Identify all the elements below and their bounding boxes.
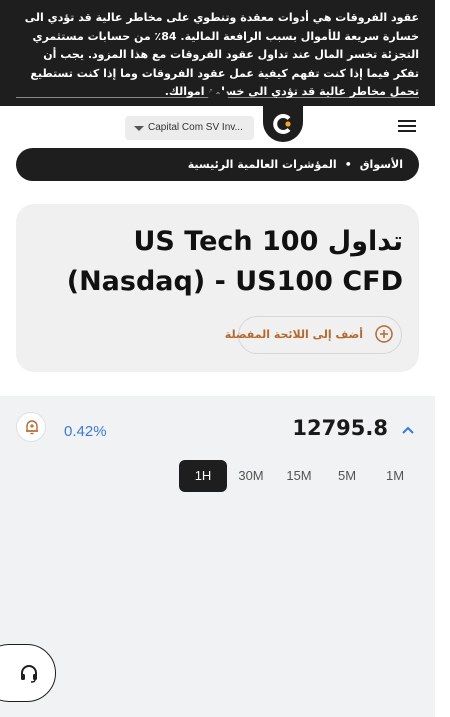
plus-circle-icon bbox=[375, 325, 393, 343]
price-value: 12795.8 bbox=[292, 416, 388, 440]
breadcrumb-separator: • bbox=[344, 158, 352, 171]
instrument-card: تداول US Tech 100 (Nasdaq) - US100 CFD أ… bbox=[16, 204, 419, 372]
add-to-favorites-label: أضف إلى اللائحة المفضلة bbox=[224, 328, 363, 341]
timeframe-15m[interactable]: 15M bbox=[275, 460, 323, 492]
timeframe-1m[interactable]: 1M bbox=[371, 460, 419, 492]
price-change-percent: 0.42% bbox=[64, 423, 107, 440]
bell-plus-icon bbox=[26, 420, 38, 435]
add-to-favorites-button[interactable]: أضف إلى اللائحة المفضلة bbox=[225, 316, 402, 354]
timeframe-30m[interactable]: 30M bbox=[227, 460, 275, 492]
entity-selector[interactable]: Capital Com SV Inv... bbox=[125, 116, 254, 140]
site-header: Capital Com SV Inv... bbox=[0, 106, 435, 146]
logo-c-icon bbox=[273, 114, 291, 134]
price-alert-button[interactable] bbox=[16, 412, 46, 442]
timeframe-selector: 1H 30M 15M 5M 1M bbox=[178, 460, 419, 492]
breadcrumb: الأسواق • المؤشرات العالمية الرئيسية bbox=[16, 148, 419, 181]
risk-warning-banner: عقود الفروقات هي أدوات معقدة وتنطوي على … bbox=[0, 0, 435, 106]
capital-com-logo[interactable] bbox=[263, 106, 303, 142]
support-chat-button[interactable] bbox=[0, 644, 56, 702]
hamburger-menu-icon[interactable] bbox=[398, 120, 416, 133]
chevron-up-icon bbox=[402, 426, 414, 434]
entity-selector-label: Capital Com SV Inv... bbox=[148, 122, 243, 133]
caret-down-icon bbox=[134, 126, 144, 131]
page-title: تداول US Tech 100 (Nasdaq) - US100 CFD bbox=[66, 226, 403, 297]
chevron-up-icon[interactable]: ⌃ bbox=[208, 90, 228, 102]
risk-warning-text: عقود الفروقات هي أدوات معقدة وتنطوي على … bbox=[24, 11, 419, 98]
headset-icon bbox=[21, 665, 37, 683]
breadcrumb-markets[interactable]: الأسواق bbox=[360, 158, 403, 171]
breadcrumb-global-indices[interactable]: المؤشرات العالمية الرئيسية bbox=[188, 158, 337, 171]
timeframe-1h[interactable]: 1H bbox=[179, 460, 227, 492]
quote-panel: 12795.8 0.42% 1H 30M 15M 5M 1M bbox=[0, 396, 435, 717]
timeframe-5m[interactable]: 5M bbox=[323, 460, 371, 492]
